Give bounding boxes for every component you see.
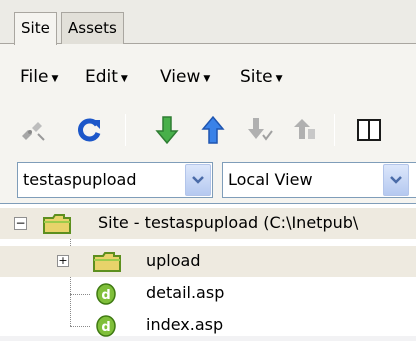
put-files-button[interactable] — [196, 112, 230, 148]
check-out-button[interactable] — [242, 112, 276, 148]
menu-view[interactable]: View ▼ — [160, 66, 210, 88]
check-in-button[interactable] — [286, 112, 320, 148]
site-view-selectors: testaspupload Local View — [0, 156, 416, 204]
menu-site[interactable]: Site ▼ — [240, 66, 283, 88]
connect-button[interactable] — [16, 112, 50, 148]
asp-file-icon: d — [96, 283, 116, 305]
menu-edit[interactable]: Edit ▼ — [85, 66, 128, 88]
view-select[interactable]: Local View — [222, 162, 416, 198]
file-tree: − Site - testaspupload (C:\Inetpub\ + up… — [0, 204, 416, 337]
collapse-toggle[interactable]: − — [14, 217, 27, 230]
tab-assets[interactable]: Assets — [61, 12, 124, 44]
svg-text:d: d — [101, 288, 110, 303]
check-out-icon — [248, 118, 273, 141]
view-select-value: Local View — [228, 170, 313, 189]
site-select-value: testaspupload — [23, 170, 137, 189]
connect-icon — [22, 122, 45, 141]
tree-row-upload[interactable]: + upload — [0, 246, 416, 277]
chevron-down-icon — [192, 176, 204, 184]
get-files-icon — [155, 116, 179, 145]
refresh-icon — [78, 118, 101, 142]
expand-toggle[interactable]: + — [57, 255, 69, 267]
menu-edit-label: Edit — [85, 67, 118, 87]
files-panel: Site Assets File ▼ Edit ▼ View ▼ Site ▼ — [0, 0, 416, 337]
get-files-button[interactable] — [150, 112, 184, 148]
chevron-down-icon: ▼ — [275, 74, 283, 84]
tree-item-label: upload — [146, 251, 201, 270]
asp-file-icon: d — [96, 315, 116, 337]
menu-file[interactable]: File ▼ — [20, 66, 58, 88]
expand-panel-icon — [357, 119, 381, 141]
tree-row-detail-asp[interactable]: d detail.asp — [0, 278, 416, 309]
tab-site[interactable]: Site — [14, 12, 57, 45]
tree-item-label: detail.asp — [146, 283, 225, 302]
toolbar — [0, 106, 416, 156]
tree-root-label: Site - testaspupload (C:\Inetpub\ — [98, 213, 359, 232]
tree-row-index-asp[interactable]: d index.asp — [0, 310, 416, 341]
folder-icon — [93, 252, 121, 272]
site-select[interactable]: testaspupload — [17, 162, 213, 198]
refresh-button[interactable] — [72, 112, 106, 148]
chevron-down-icon: ▼ — [120, 74, 128, 84]
tree-row-root[interactable]: − Site - testaspupload (C:\Inetpub\ — [0, 208, 416, 239]
menu-view-label: View — [160, 67, 201, 87]
dropdown-arrow-button[interactable] — [383, 164, 409, 196]
tree-item-label: index.asp — [146, 315, 224, 334]
svg-text:d: d — [101, 320, 110, 335]
chevron-down-icon — [390, 176, 402, 184]
menu-site-label: Site — [240, 67, 273, 87]
panel-tab-strip: Site Assets — [0, 0, 416, 45]
chevron-down-icon: ▼ — [51, 74, 59, 84]
dropdown-arrow-button[interactable] — [185, 164, 211, 196]
menu-bar: File ▼ Edit ▼ View ▼ Site ▼ — [0, 44, 416, 106]
toolbar-separator — [125, 114, 126, 146]
folder-icon — [43, 214, 71, 234]
toolbar-separator — [334, 114, 335, 146]
menu-file-label: File — [20, 67, 49, 87]
expand-panel-button[interactable] — [352, 112, 386, 148]
put-files-icon — [201, 115, 225, 144]
check-in-icon — [294, 119, 315, 139]
chevron-down-icon: ▼ — [203, 74, 211, 84]
